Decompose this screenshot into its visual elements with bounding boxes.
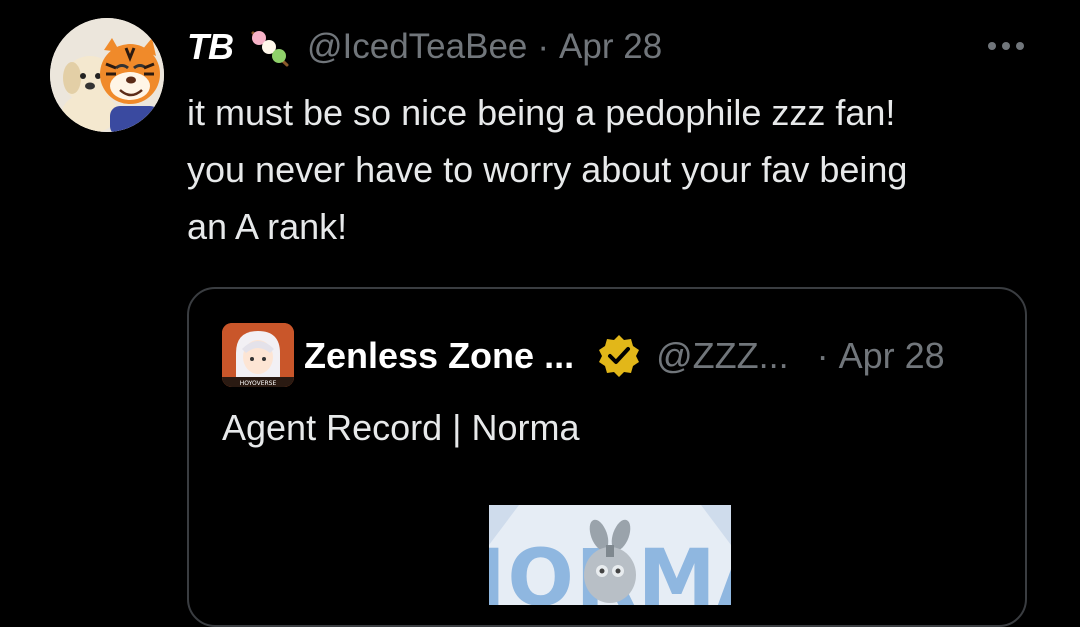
author-avatar[interactable] (50, 18, 164, 132)
quoted-post-card[interactable]: HOYOVERSE Zenless Zone ... @ZZZ... · Apr… (187, 287, 1027, 627)
post-text: it must be so nice being a pedophile zzz… (187, 84, 1047, 255)
author-handle[interactable]: @IcedTeaBee (307, 27, 527, 67)
separator-dot: · (537, 27, 550, 66)
post-text-line: it must be so nice being a pedophile zzz… (187, 92, 896, 133)
quoted-post-text: Agent Record | Norma (222, 407, 580, 448)
quoted-author-avatar[interactable]: HOYOVERSE (222, 323, 294, 387)
more-options-button[interactable] (978, 26, 1034, 66)
dango-emoji-icon (247, 25, 291, 69)
avatar-image (50, 18, 164, 132)
post-timestamp[interactable]: Apr 28 (559, 27, 662, 67)
quoted-avatar-image: HOYOVERSE (222, 323, 294, 387)
quoted-author-handle[interactable]: @ZZZ... (656, 335, 789, 377)
quoted-post-timestamp[interactable]: Apr 28 (839, 335, 945, 377)
author-display-name[interactable]: TB (187, 26, 234, 68)
hoyoverse-logo-text: HOYOVERSE (240, 380, 277, 387)
post-text-line: you never have to worry about your fav b… (187, 149, 908, 190)
verified-badge-icon (596, 333, 642, 379)
post-header: TB @IcedTeaBee · Apr 28 (187, 24, 662, 70)
quoted-author-display-name[interactable]: Zenless Zone ... (304, 335, 574, 377)
separator-dot: · (816, 335, 829, 376)
quoted-post-header: Zenless Zone ... @ZZZ... · Apr 28 (304, 333, 945, 379)
more-horizontal-icon (988, 42, 1024, 50)
media-thumbnail: NORMA (489, 505, 731, 605)
post-text-line: an A rank! (187, 206, 348, 247)
quoted-post-media-image[interactable]: NORMA (489, 505, 731, 605)
tweet[interactable]: TB @IcedTeaBee · Apr 28 it must be so ni… (0, 0, 1080, 627)
